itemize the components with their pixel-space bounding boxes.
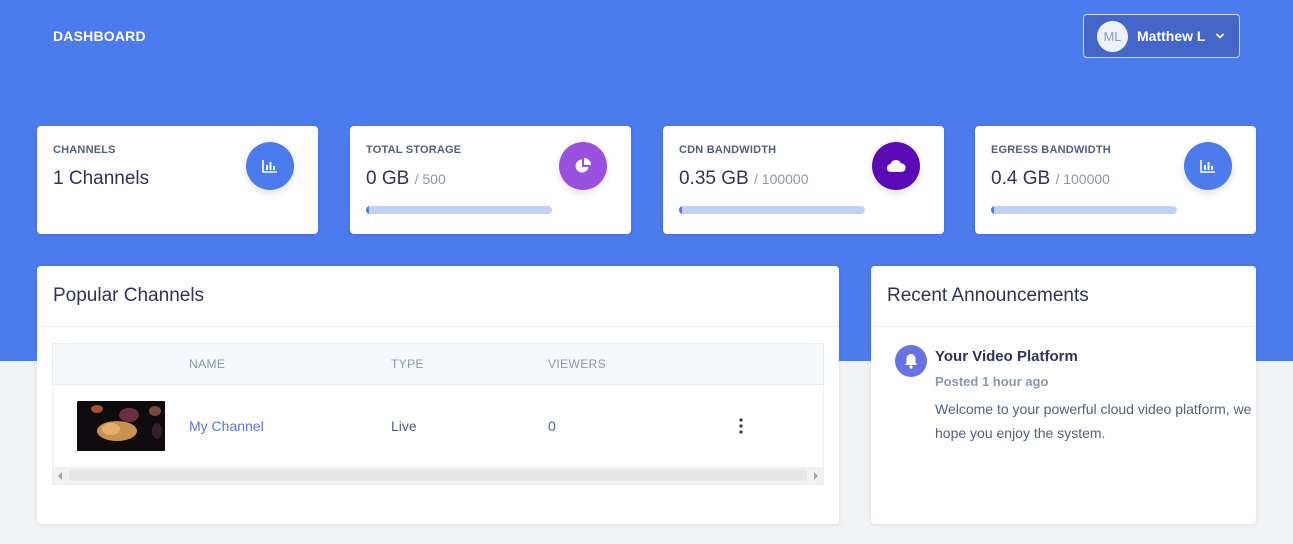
stat-value: 0.35 GB / 100000 [679,168,809,190]
avatar: ML [1097,20,1128,52]
stat-value-max: / 100000 [754,171,809,187]
progress-fill [679,206,682,214]
channel-type: Live [391,418,417,434]
scrollbar-thumb[interactable] [69,470,807,481]
bell-icon [895,345,927,377]
stat-card-storage: TOTAL STORAGE 0 GB / 500 [350,126,631,234]
page-title: DASHBOARD [53,28,146,44]
scroll-left-arrow[interactable] [58,472,62,480]
stat-value-current: 0 GB [366,168,410,189]
cdn-progress-bar [679,206,865,214]
stat-title: CHANNELS [53,144,116,156]
stat-title: EGRESS BANDWIDTH [991,144,1111,156]
user-menu-button[interactable]: ML Matthew L [1083,14,1240,58]
row-actions-button[interactable] [725,413,757,439]
stat-title: TOTAL STORAGE [366,144,462,156]
channel-viewers: 0 [548,418,556,434]
table-row: My Channel Live 0 [53,385,823,467]
announcement-time: Posted 1 hour ago [935,374,1049,389]
bar-chart-icon [246,142,294,190]
popular-channels-card: Popular Channels NAME TYPE VIEWERS My Ch… [37,266,839,524]
card-title: Popular Channels [53,285,205,306]
column-header-name[interactable]: NAME [189,357,225,371]
channel-link[interactable]: My Channel [189,418,264,434]
cloud-icon [872,142,920,190]
channels-table: NAME TYPE VIEWERS My Channel Live 0 [52,343,824,485]
stat-value-current: 0.35 GB [679,168,749,189]
divider [37,326,839,327]
progress-fill [991,206,994,214]
stat-value-max: / 100000 [1055,171,1110,187]
announcement-text: Welcome to your powerful cloud video pla… [935,401,1252,441]
stat-title: CDN BANDWIDTH [679,144,777,156]
stat-value-max: / 500 [414,171,446,187]
stat-card-cdn-bandwidth: CDN BANDWIDTH 0.35 GB / 100000 [663,126,944,234]
table-header: NAME TYPE VIEWERS [53,344,823,385]
stat-card-channels: CHANNELS 1 Channels [37,126,318,234]
divider [871,326,1256,327]
card-title: Recent Announcements [887,285,1089,306]
announcements-card: Recent Announcements Your Video Platform… [871,266,1256,524]
horizontal-scrollbar[interactable] [53,467,823,484]
channel-thumbnail [77,401,165,451]
scroll-right-arrow[interactable] [814,472,818,480]
chevron-down-icon [1216,33,1225,39]
stat-value: 1 Channels [53,168,150,189]
column-header-viewers[interactable]: VIEWERS [548,357,606,371]
pie-chart-icon [559,142,607,190]
stat-card-egress-bandwidth: EGRESS BANDWIDTH 0.4 GB / 100000 [975,126,1256,234]
stat-value: 0 GB / 500 [366,168,446,190]
user-name: Matthew L [1137,28,1206,44]
stat-value-current: 0.4 GB [991,168,1051,189]
bar-chart-icon [1184,142,1232,190]
egress-progress-bar [991,206,1177,214]
more-vertical-icon [739,418,743,434]
column-header-type[interactable]: TYPE [391,357,424,371]
announcement-title: Your Video Platform [935,348,1078,365]
storage-progress-bar [366,206,552,214]
stat-value: 0.4 GB / 100000 [991,168,1110,190]
progress-fill [366,206,369,214]
